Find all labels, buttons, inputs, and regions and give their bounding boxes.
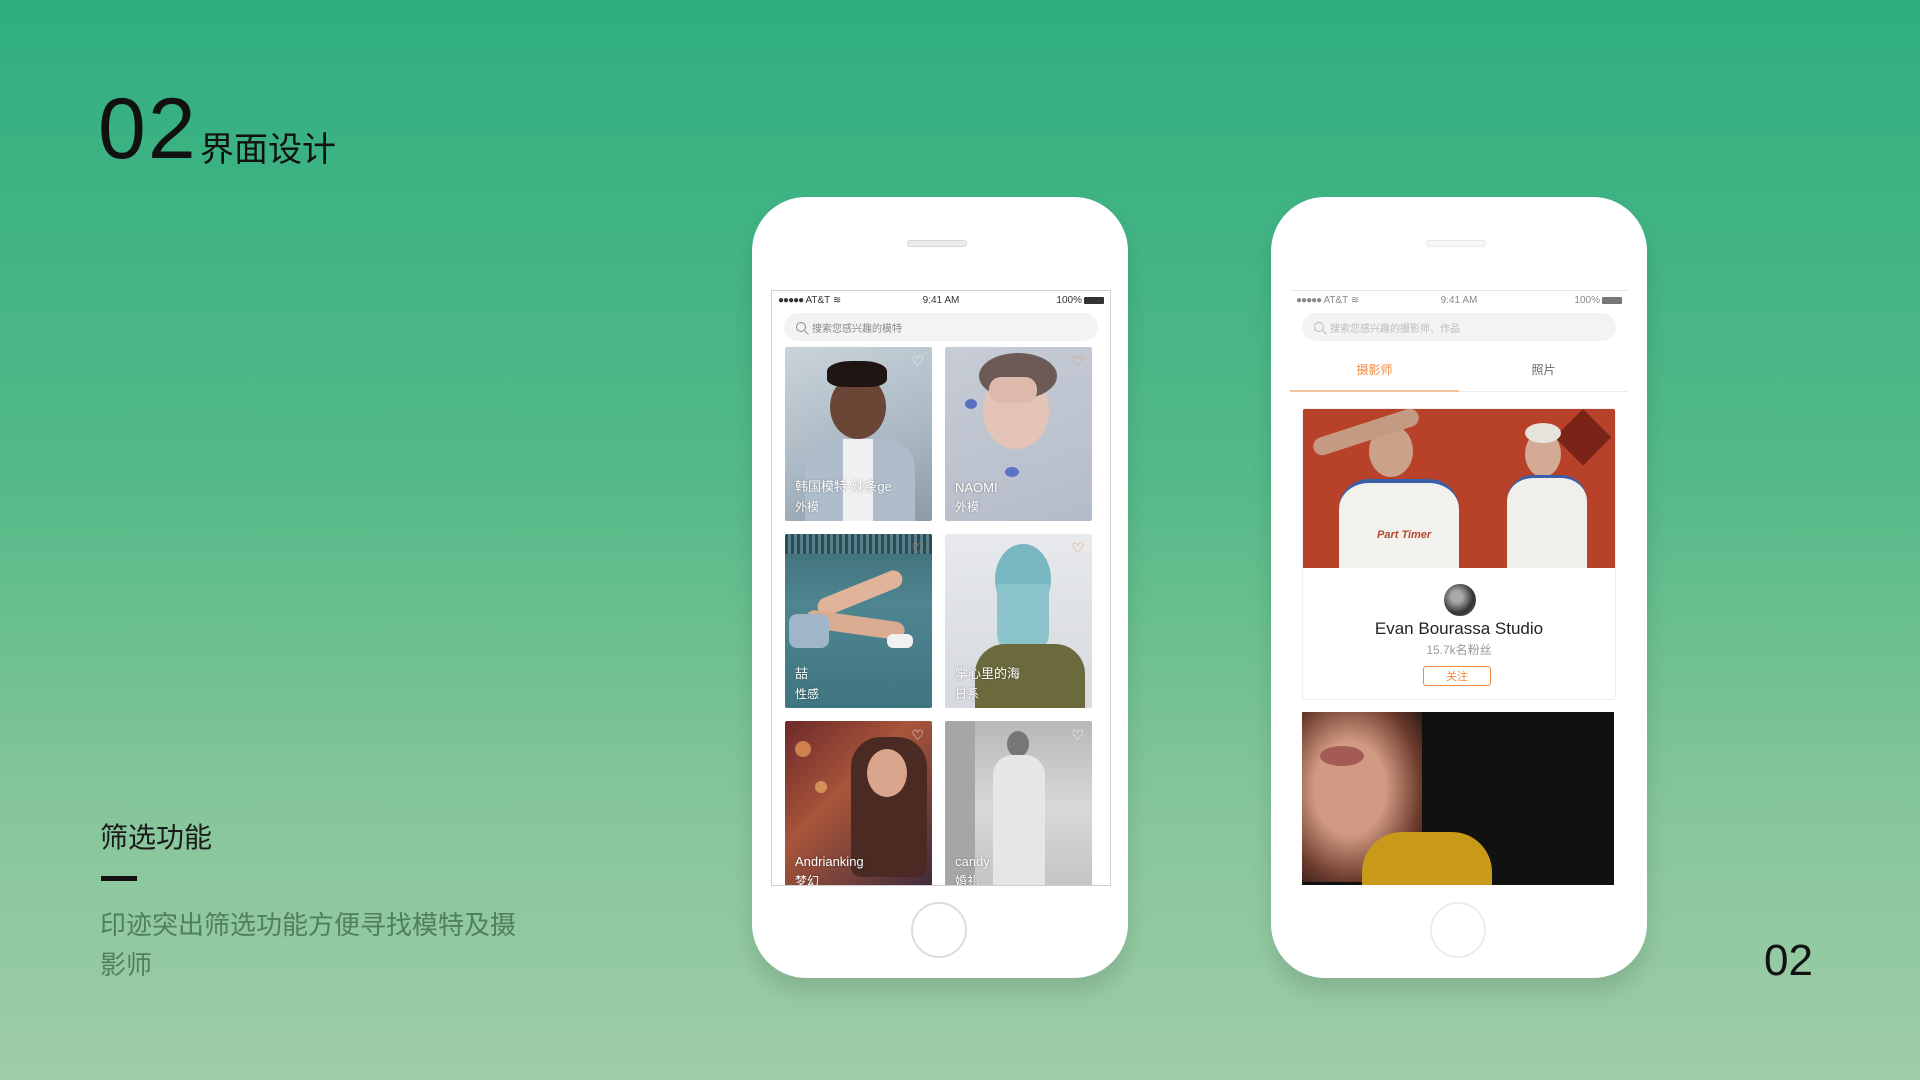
cover-photo-shirt [1507,475,1587,568]
model-name: NAOMI [955,480,998,495]
avatar [1442,582,1478,618]
home-button[interactable] [911,902,967,958]
tab-photos[interactable]: 照片 [1459,361,1628,378]
model-card[interactable]: ♡ 韩国模特·辣条ge 外模 [785,347,932,521]
cover-photo-hair [1525,423,1561,443]
battery-indicator: 100% [1574,295,1622,306]
model-photo-hair [827,361,887,387]
model-tag: 性感 [795,687,820,701]
butterfly-photo [1005,467,1019,477]
model-card[interactable]: ♡ Andrianking 梦幻 [785,721,932,886]
search-placeholder: 搜索您感兴趣的摄影师、作品 [1330,323,1460,335]
phone-mockup-photographers: ●●●●● AT&T ≋ 9:41 AM 100% 搜索您感兴趣的摄影师、作品 … [1271,197,1647,978]
search-input[interactable]: 搜索您感兴趣的摄影师、作品 [1302,313,1616,341]
tab-photographers[interactable]: 摄影师 [1290,361,1459,378]
model-name: 掌心里的海 [955,666,1021,681]
phone-screen: ●●●●● AT&T ≋ 9:41 AM 100% 搜索您感兴趣的模特 ♡ 韩国… [771,290,1111,886]
heart-icon[interactable]: ♡ [911,728,924,742]
phone-speaker [907,240,967,247]
battery-icon [1602,296,1622,304]
slide-title: 界面设计 [200,130,336,170]
cover-photo-shadow [1554,409,1612,466]
photographer-card[interactable] [1302,712,1614,885]
heart-icon[interactable]: ♡ [1071,541,1084,555]
model-photo-hand [989,377,1037,403]
model-name: Andrianking [795,854,864,869]
battery-label: 100% [1056,295,1082,306]
follow-button[interactable]: 关注 [1423,666,1491,686]
model-photo-leg [814,567,906,619]
heart-icon[interactable]: ♡ [911,541,924,555]
tennis-net-photo [785,534,932,554]
section-description: 印迹突出筛选功能方便寻找模特及摄影师 [100,911,517,981]
phone-mockup-models: ●●●●● AT&T ≋ 9:41 AM 100% 搜索您感兴趣的模特 ♡ 韩国… [752,197,1128,978]
battery-indicator: 100% [1056,295,1104,306]
search-placeholder: 搜索您感兴趣的模特 [812,323,902,335]
tab-bar: 摄影师 照片 [1290,347,1628,392]
photographer-card[interactable]: Part Timer Evan Bourassa Studio 15.7k名粉丝… [1302,408,1616,700]
search-icon [1314,322,1324,332]
cover-photo-shirt-text: Part Timer [1377,529,1432,541]
model-tag: 外模 [955,500,980,514]
bokeh-photo [815,781,827,793]
model-tag: 外模 [795,500,820,514]
heart-icon[interactable]: ♡ [1071,728,1084,742]
section-divider [101,876,137,881]
bokeh-photo [795,741,811,757]
tab-indicator [1290,390,1459,392]
phone-speaker [1426,240,1486,247]
model-name: 喆 [795,666,809,681]
heart-icon[interactable]: ♡ [911,354,924,368]
butterfly-photo [965,399,977,409]
cover-photo-sweater [1362,832,1492,885]
model-photo-face [867,749,907,797]
photographer-name: Evan Bourassa Studio [1374,619,1544,638]
home-button[interactable] [1430,902,1486,958]
model-name: 韩国模特·辣条ge [795,479,892,494]
search-icon [796,322,806,332]
model-tag: 日系 [955,687,980,701]
model-tag: 梦幻 [795,874,820,886]
model-card[interactable]: ♡ NAOMI 外模 [945,347,1092,521]
heart-icon[interactable]: ♡ [1071,354,1084,368]
status-bar: ●●●●● AT&T ≋ 9:41 AM 100% [1290,291,1628,309]
model-photo-shorts [789,614,829,648]
follower-count: 15.7k名粉丝 [1426,643,1492,657]
cover-photo-shirt [1339,479,1459,568]
model-tag: 婚礼 [955,874,980,886]
slide-number: 02 [98,81,198,177]
section-title: 筛选功能 [100,821,213,854]
status-bar: ●●●●● AT&T ≋ 9:41 AM 100% [772,291,1110,309]
battery-label: 100% [1574,295,1600,306]
model-photo [1007,731,1029,757]
search-input[interactable]: 搜索您感兴趣的模特 [784,313,1098,341]
phone-screen: ●●●●● AT&T ≋ 9:41 AM 100% 搜索您感兴趣的摄影师、作品 … [1290,290,1628,885]
model-card[interactable]: ♡ 喆 性感 [785,534,932,708]
cover-photo-lips [1320,746,1364,766]
page-number: 02 [1764,936,1813,985]
model-name: candy [955,854,990,869]
battery-icon [1084,296,1104,304]
photographer-cover-photo: Part Timer [1303,409,1615,568]
model-photo-dress [993,755,1045,885]
model-card[interactable]: ♡ 掌心里的海 日系 [945,534,1092,708]
model-photo-shoe [887,634,913,648]
model-card[interactable]: ♡ candy 婚礼 [945,721,1092,886]
